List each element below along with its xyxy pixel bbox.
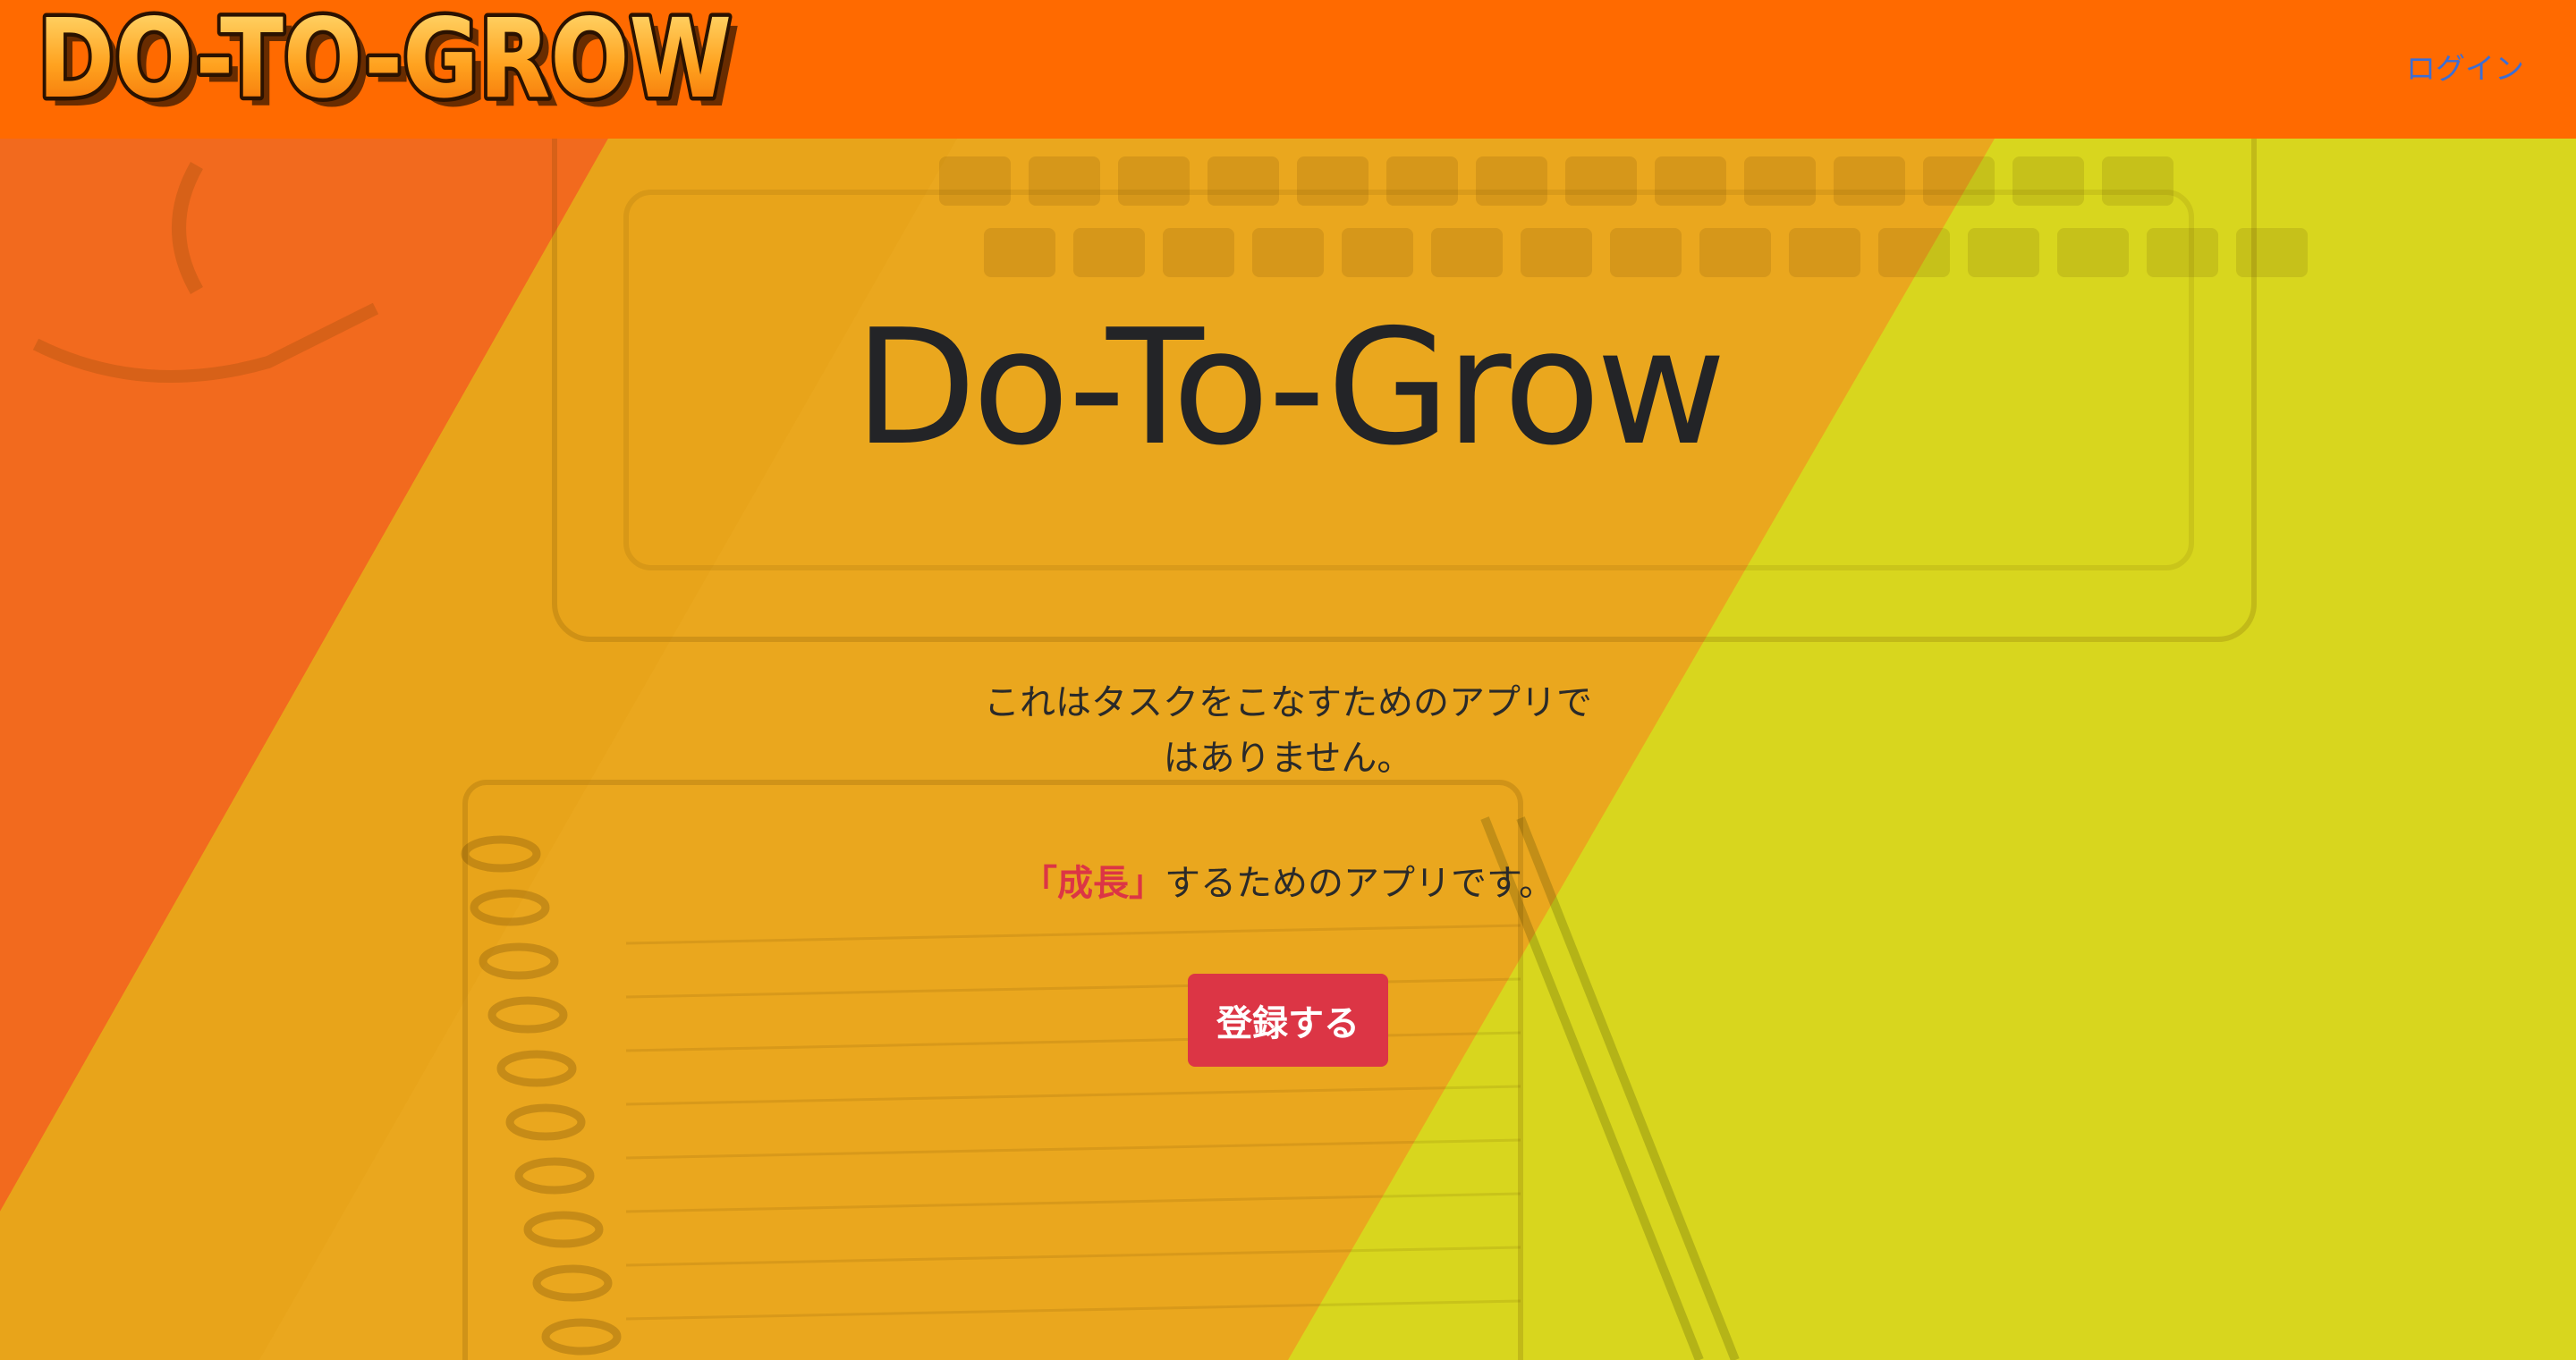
tagline-highlight: 「成長」: [1021, 863, 1165, 904]
hero-description: これはタスクをこなすためのアプリではありません。: [984, 682, 1592, 779]
logo-text: DO-TO-GROW: [38, 2, 732, 122]
site-logo[interactable]: DO-TO-GROW DO-TO-GROW: [34, 2, 758, 125]
register-button[interactable]: 登録する: [1188, 974, 1388, 1067]
hero-title: Do-To-Grow: [853, 295, 1726, 480]
navbar: DO-TO-GROW DO-TO-GROW ログイン: [0, 0, 2576, 139]
hero-content: Do-To-Grow これはタスクをこなすためのアプリではありません。 「成長」…: [0, 139, 2576, 1360]
hero-section: Do-To-Grow これはタスクをこなすためのアプリではありません。 「成長」…: [0, 139, 2576, 1360]
tagline-text: するためのアプリです。: [1165, 863, 1555, 904]
hero-tagline: 「成長」するためのアプリです。: [0, 856, 2576, 911]
login-link[interactable]: ログイン: [2406, 45, 2524, 88]
